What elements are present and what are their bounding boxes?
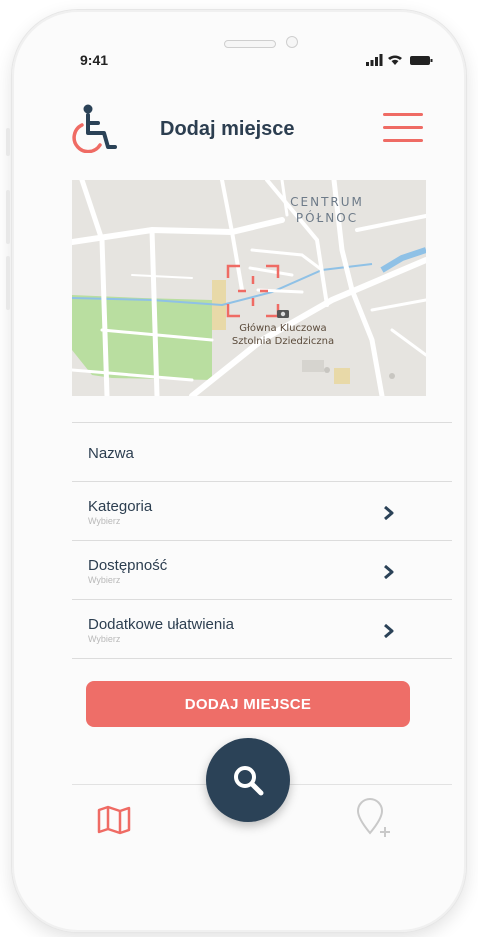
add-place-form: Nazwa Kategoria Wybierz Dostępność Wybie… xyxy=(72,422,452,659)
phone-camera xyxy=(286,36,298,48)
chevron-right-icon xyxy=(384,506,394,520)
phone-side-button xyxy=(6,128,10,156)
extra-facilities-field-label: Dodatkowe ułatwienia xyxy=(88,616,234,633)
map-place-line: Główna Kluczowa xyxy=(239,323,327,334)
wheelchair-icon[interactable] xyxy=(68,103,120,153)
extra-facilities-field[interactable]: Dodatkowe ułatwienia Wybierz xyxy=(72,599,452,659)
add-place-button[interactable]: DODAJ MIEJSCE xyxy=(86,681,410,727)
search-button[interactable] xyxy=(206,738,290,822)
accessibility-field[interactable]: Dostępność Wybierz xyxy=(72,540,452,599)
map-district-line: PÓŁNOC xyxy=(295,211,359,225)
crosshair-icon xyxy=(226,264,280,318)
chevron-right-icon xyxy=(384,624,394,638)
status-time: 9:41 xyxy=(80,52,109,68)
status-icons xyxy=(366,54,433,66)
search-icon xyxy=(234,766,264,796)
map-place-line: Sztolnia Dziedziczna xyxy=(231,336,335,347)
map-place-label: Główna Kluczowa Sztolnia Dziedziczna xyxy=(218,322,348,348)
category-field-hint: Wybierz xyxy=(88,516,121,526)
cellular-signal-icon xyxy=(379,54,383,66)
name-field[interactable]: Nazwa xyxy=(72,422,452,481)
page-title: Dodaj miejsce xyxy=(160,118,295,140)
map-view[interactable]: CENTRUM PÓŁNOC Główna Kluczowa Sztolnia … xyxy=(72,180,426,396)
add-place-icon[interactable] xyxy=(354,797,398,841)
category-field[interactable]: Kategoria Wybierz xyxy=(72,481,452,540)
name-field-label: Nazwa xyxy=(88,445,134,462)
accessibility-field-hint: Wybierz xyxy=(88,575,121,585)
wifi-icon xyxy=(388,55,402,60)
phone-side-button xyxy=(6,256,10,310)
map-district-line: CENTRUM xyxy=(290,195,364,209)
camera-pin-icon xyxy=(277,310,289,318)
chevron-right-icon xyxy=(384,565,394,579)
accessibility-field-label: Dostępność xyxy=(88,557,168,574)
map-district-label: CENTRUM PÓŁNOC xyxy=(272,194,382,226)
category-field-label: Kategoria xyxy=(88,498,153,515)
map-icon[interactable] xyxy=(96,805,132,835)
phone-side-button xyxy=(6,190,10,244)
phone-speaker xyxy=(224,40,276,48)
menu-icon[interactable] xyxy=(383,113,423,145)
battery-icon xyxy=(410,56,430,65)
extra-facilities-field-hint: Wybierz xyxy=(88,634,121,644)
